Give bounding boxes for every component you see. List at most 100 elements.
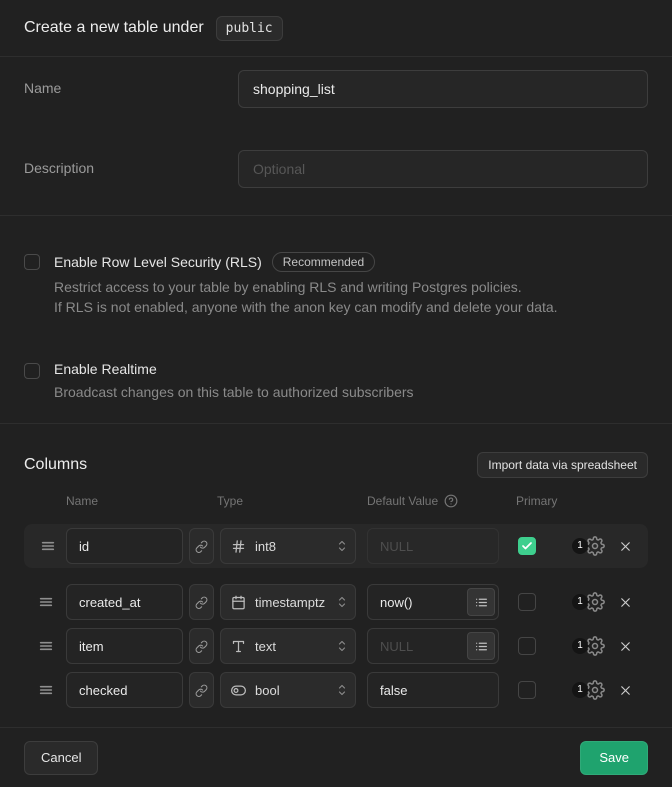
remove-column-button[interactable] <box>617 538 633 554</box>
default-value-input[interactable] <box>367 528 499 564</box>
list-icon <box>475 640 488 653</box>
column-name-input[interactable] <box>66 584 183 620</box>
description-form-row: Description <box>24 150 648 188</box>
cancel-button[interactable]: Cancel <box>24 741 98 775</box>
table-details-section: Name Description <box>0 57 672 216</box>
gear-icon <box>585 636 605 656</box>
foreign-key-button[interactable] <box>189 584 214 620</box>
row-actions: 1 <box>572 680 633 700</box>
close-icon <box>618 639 633 654</box>
column-type-label: bool <box>255 683 280 698</box>
drag-handle-icon[interactable] <box>38 682 54 698</box>
column-settings-button[interactable]: 1 <box>572 636 605 656</box>
gear-icon <box>585 592 605 612</box>
default-value-wrap <box>367 528 499 564</box>
foreign-key-button[interactable] <box>189 628 214 664</box>
toggle-icon <box>231 683 246 698</box>
link-icon <box>195 684 208 697</box>
realtime-checkbox[interactable] <box>24 363 40 379</box>
gear-icon <box>585 536 605 556</box>
remove-column-button[interactable] <box>617 682 633 698</box>
description-label: Description <box>24 150 238 176</box>
save-button[interactable]: Save <box>580 741 648 775</box>
table-description-input[interactable] <box>238 150 648 188</box>
column-row: timestamptz 1 <box>24 584 648 620</box>
realtime-description: Broadcast changes on this table to autho… <box>54 382 414 402</box>
column-name-input[interactable] <box>66 528 183 564</box>
default-options-button[interactable] <box>467 588 495 616</box>
settings-count-badge: 1 <box>572 538 588 554</box>
columns-title: Columns <box>24 456 87 474</box>
column-settings-button[interactable]: 1 <box>572 536 605 556</box>
drag-handle-icon[interactable] <box>38 638 54 654</box>
close-icon <box>618 595 633 610</box>
default-value-wrap <box>367 584 499 620</box>
dialog-footer: Cancel Save <box>0 727 672 787</box>
rls-checkbox[interactable] <box>24 254 40 270</box>
column-type-label: timestamptz <box>255 595 325 610</box>
gear-icon <box>585 680 605 700</box>
close-icon <box>618 539 633 554</box>
default-options-button[interactable] <box>467 632 495 660</box>
column-name-input[interactable] <box>66 672 183 708</box>
row-actions: 1 <box>572 536 633 556</box>
rls-description: Restrict access to your table by enablin… <box>54 277 558 317</box>
check-icon <box>521 540 533 552</box>
list-icon <box>475 596 488 609</box>
primary-checkbox[interactable] <box>518 537 536 555</box>
column-type-select[interactable]: bool <box>220 672 356 708</box>
primary-checkbox[interactable] <box>518 593 536 611</box>
chevron-up-down-icon <box>336 539 348 553</box>
realtime-toggle-row: Enable Realtime Broadcast changes on thi… <box>24 361 648 402</box>
chevron-up-down-icon <box>336 639 348 653</box>
hash-icon <box>231 539 246 554</box>
rls-label: Enable Row Level Security (RLS) <box>54 254 262 270</box>
link-icon <box>195 540 208 553</box>
default-value-wrap <box>367 672 499 708</box>
column-row: text 1 <box>24 628 648 664</box>
remove-column-button[interactable] <box>617 638 633 654</box>
primary-checkbox[interactable] <box>518 637 536 655</box>
dialog-header: Create a new table under public <box>0 0 672 57</box>
schema-badge: public <box>216 16 283 41</box>
realtime-label: Enable Realtime <box>54 361 157 377</box>
column-type-label: int8 <box>255 539 276 554</box>
row-actions: 1 <box>572 636 633 656</box>
rls-content: Enable Row Level Security (RLS) Recommen… <box>54 252 558 317</box>
column-settings-button[interactable]: 1 <box>572 680 605 700</box>
default-value-input[interactable] <box>367 672 499 708</box>
remove-column-button[interactable] <box>617 594 633 610</box>
realtime-content: Enable Realtime Broadcast changes on thi… <box>54 361 414 402</box>
drag-handle-icon[interactable] <box>40 538 56 554</box>
create-table-dialog: Create a new table under public Name Des… <box>0 0 672 787</box>
column-row: bool 1 <box>24 672 648 708</box>
primary-checkbox[interactable] <box>518 681 536 699</box>
column-type-select[interactable]: text <box>220 628 356 664</box>
columns-table-headers: Name Type Default Value Primary <box>24 478 648 524</box>
foreign-key-button[interactable] <box>189 528 214 564</box>
link-icon <box>195 640 208 653</box>
chevron-up-down-icon <box>336 683 348 697</box>
header-primary: Primary <box>516 494 557 508</box>
dialog-title: Create a new table under <box>24 19 204 37</box>
name-form-row: Name <box>24 70 648 108</box>
link-icon <box>195 596 208 609</box>
import-spreadsheet-button[interactable]: Import data via spreadsheet <box>477 452 648 478</box>
settings-count-badge: 1 <box>572 682 588 698</box>
foreign-key-button[interactable] <box>189 672 214 708</box>
column-type-select[interactable]: int8 <box>220 528 356 564</box>
columns-section: Columns Import data via spreadsheet Name… <box>0 424 672 727</box>
column-row: int8 1 <box>24 524 648 568</box>
column-type-select[interactable]: timestamptz <box>220 584 356 620</box>
settings-count-badge: 1 <box>572 638 588 654</box>
help-icon[interactable] <box>444 494 458 508</box>
column-settings-button[interactable]: 1 <box>572 592 605 612</box>
column-rows: int8 1 <box>24 524 648 708</box>
table-name-input[interactable] <box>238 70 648 108</box>
recommended-badge: Recommended <box>272 252 375 272</box>
row-actions: 1 <box>572 592 633 612</box>
column-name-input[interactable] <box>66 628 183 664</box>
close-icon <box>618 683 633 698</box>
drag-handle-icon[interactable] <box>38 594 54 610</box>
rls-toggle-row: Enable Row Level Security (RLS) Recommen… <box>24 252 648 317</box>
